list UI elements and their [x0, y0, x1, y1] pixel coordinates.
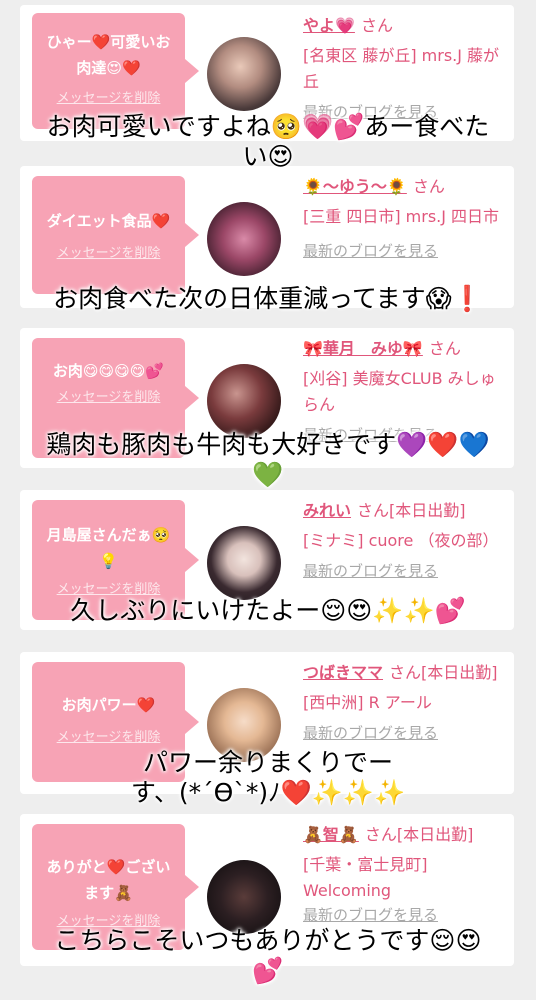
user-info: 🧸智🧸 さん[本日出勤] [千葉・富士見町] Welcoming 最新のブログを見… [303, 822, 508, 926]
user-name-link[interactable]: 🎀華月 みゆ🎀 [303, 339, 423, 358]
honorific: さん[本日出勤] [364, 825, 474, 844]
message-text: ひゃー❤️可愛いお肉達😍❤️ [46, 33, 171, 77]
shop-name: [三重 四日市] mrs.J 四日市 [303, 207, 500, 226]
message-text: ダイエット食品❤️ [46, 212, 171, 230]
avatar[interactable] [207, 526, 281, 600]
caption-overlay: お肉可愛いですよね🥺💗💕あー食べた い😍 [0, 112, 536, 172]
latest-blog-link[interactable]: 最新のブログを見る [303, 240, 508, 262]
caption-overlay: パワー余りまくりでー す、(*´ϴ`*)ﾉ❤️✨✨✨ [0, 748, 536, 808]
latest-blog-link[interactable]: 最新のブログを見る [303, 722, 508, 744]
user-info: みれい さん[本日出勤] [ミナミ] cuore （夜の部） 最新のブログを見る [303, 498, 508, 582]
caption-line: 💕 [252, 956, 284, 985]
honorific: さん [412, 177, 445, 196]
latest-blog-link[interactable]: 最新のブログを見る [303, 904, 508, 926]
shop-name: [名東区 藤が丘] mrs.J 藤が丘 [303, 46, 500, 91]
message-text: お肉パワー❤️ [61, 696, 156, 714]
caption-line: パワー余りまくりでー [142, 748, 393, 777]
user-name-link[interactable]: やよ💗 [303, 16, 355, 35]
honorific: さん [360, 16, 393, 35]
name-line: 🧸智🧸 さん[本日出勤] [303, 822, 508, 848]
caption-overlay: お肉食べた次の日体重減ってます😱❗️ [0, 284, 536, 314]
user-info: つばきママ さん[本日出勤] [西中洲] R アール 最新のブログを見る [303, 660, 508, 744]
name-line: やよ💗 さん [303, 13, 508, 39]
user-name-link[interactable]: つばきママ [303, 663, 383, 682]
shop-name: [西中洲] R アール [303, 693, 432, 712]
honorific: さん[本日出勤] [357, 501, 466, 520]
caption-line: 💚 [252, 460, 284, 489]
message-text: お肉😋😋😋😋💕 [52, 362, 165, 380]
honorific: さん [428, 339, 461, 358]
name-line: みれい さん[本日出勤] [303, 498, 508, 524]
user-name-link[interactable]: 🧸智🧸 [303, 825, 359, 844]
honorific: さん[本日出勤] [389, 663, 498, 682]
delete-message-link[interactable]: メッセージを削除 [32, 242, 185, 261]
caption-line: す、(*´ϴ`*)ﾉ❤️✨✨✨ [130, 778, 406, 807]
caption-line: い😍 [242, 142, 294, 171]
message-bubble: ダイエット食品❤️ メッセージを削除 [32, 176, 199, 294]
shop-name: [刈谷] 美魔女CLUB みしゅらん [303, 369, 496, 414]
message-feed: ひゃー❤️可愛いお肉達😍❤️ メッセージを削除 やよ💗 さん [名東区 藤が丘] … [0, 0, 536, 1000]
caption-line: 久しぶりにいけたよー😌😍✨✨💕 [70, 596, 466, 625]
shop-name: [千葉・富士見町] Welcoming [303, 855, 428, 900]
user-name-link[interactable]: みれい [303, 501, 351, 520]
caption-line: お肉食べた次の日体重減ってます😱❗️ [53, 284, 483, 313]
name-line: つばきママ さん[本日出勤] [303, 660, 508, 686]
avatar[interactable] [207, 860, 281, 934]
message-text: 月島屋さんだぁ🥺💡 [46, 526, 171, 570]
delete-message-link[interactable]: メッセージを削除 [32, 87, 185, 106]
caption-overlay: こちらこそいつもありがとうです😌😍 💕 [0, 926, 536, 986]
user-info: 🌻〜ゆう〜🌻 さん [三重 四日市] mrs.J 四日市 最新のブログを見る [303, 174, 508, 262]
delete-message-link[interactable]: メッセージを削除 [32, 386, 185, 405]
caption-line: こちらこそいつもありがとうです😌😍 [54, 926, 482, 955]
caption-overlay: 久しぶりにいけたよー😌😍✨✨💕 [0, 596, 536, 626]
message-text: ありがと❤️ございます🧸 [46, 858, 171, 902]
avatar[interactable] [207, 37, 281, 111]
caption-overlay: 鶏肉も豚肉も牛肉も大好きです💜❤️💙 💚 [0, 430, 536, 490]
name-line: 🎀華月 みゆ🎀 さん [303, 336, 508, 362]
shop-name: [ミナミ] cuore （夜の部） [303, 531, 499, 550]
latest-blog-link[interactable]: 最新のブログを見る [303, 560, 508, 582]
caption-line: 鶏肉も豚肉も牛肉も大好きです💜❤️💙 [46, 430, 490, 459]
caption-line: お肉可愛いですよね🥺💗💕あー食べた [46, 112, 490, 141]
user-name-link[interactable]: 🌻〜ゆう〜🌻 [303, 177, 407, 196]
name-line: 🌻〜ゆう〜🌻 さん [303, 174, 508, 200]
delete-message-link[interactable]: メッセージを削除 [32, 726, 185, 745]
avatar[interactable] [207, 202, 281, 276]
delete-message-link[interactable]: メッセージを削除 [32, 578, 185, 597]
user-info: やよ💗 さん [名東区 藤が丘] mrs.J 藤が丘 最新のブログを見る [303, 13, 508, 123]
avatar[interactable] [207, 364, 281, 438]
